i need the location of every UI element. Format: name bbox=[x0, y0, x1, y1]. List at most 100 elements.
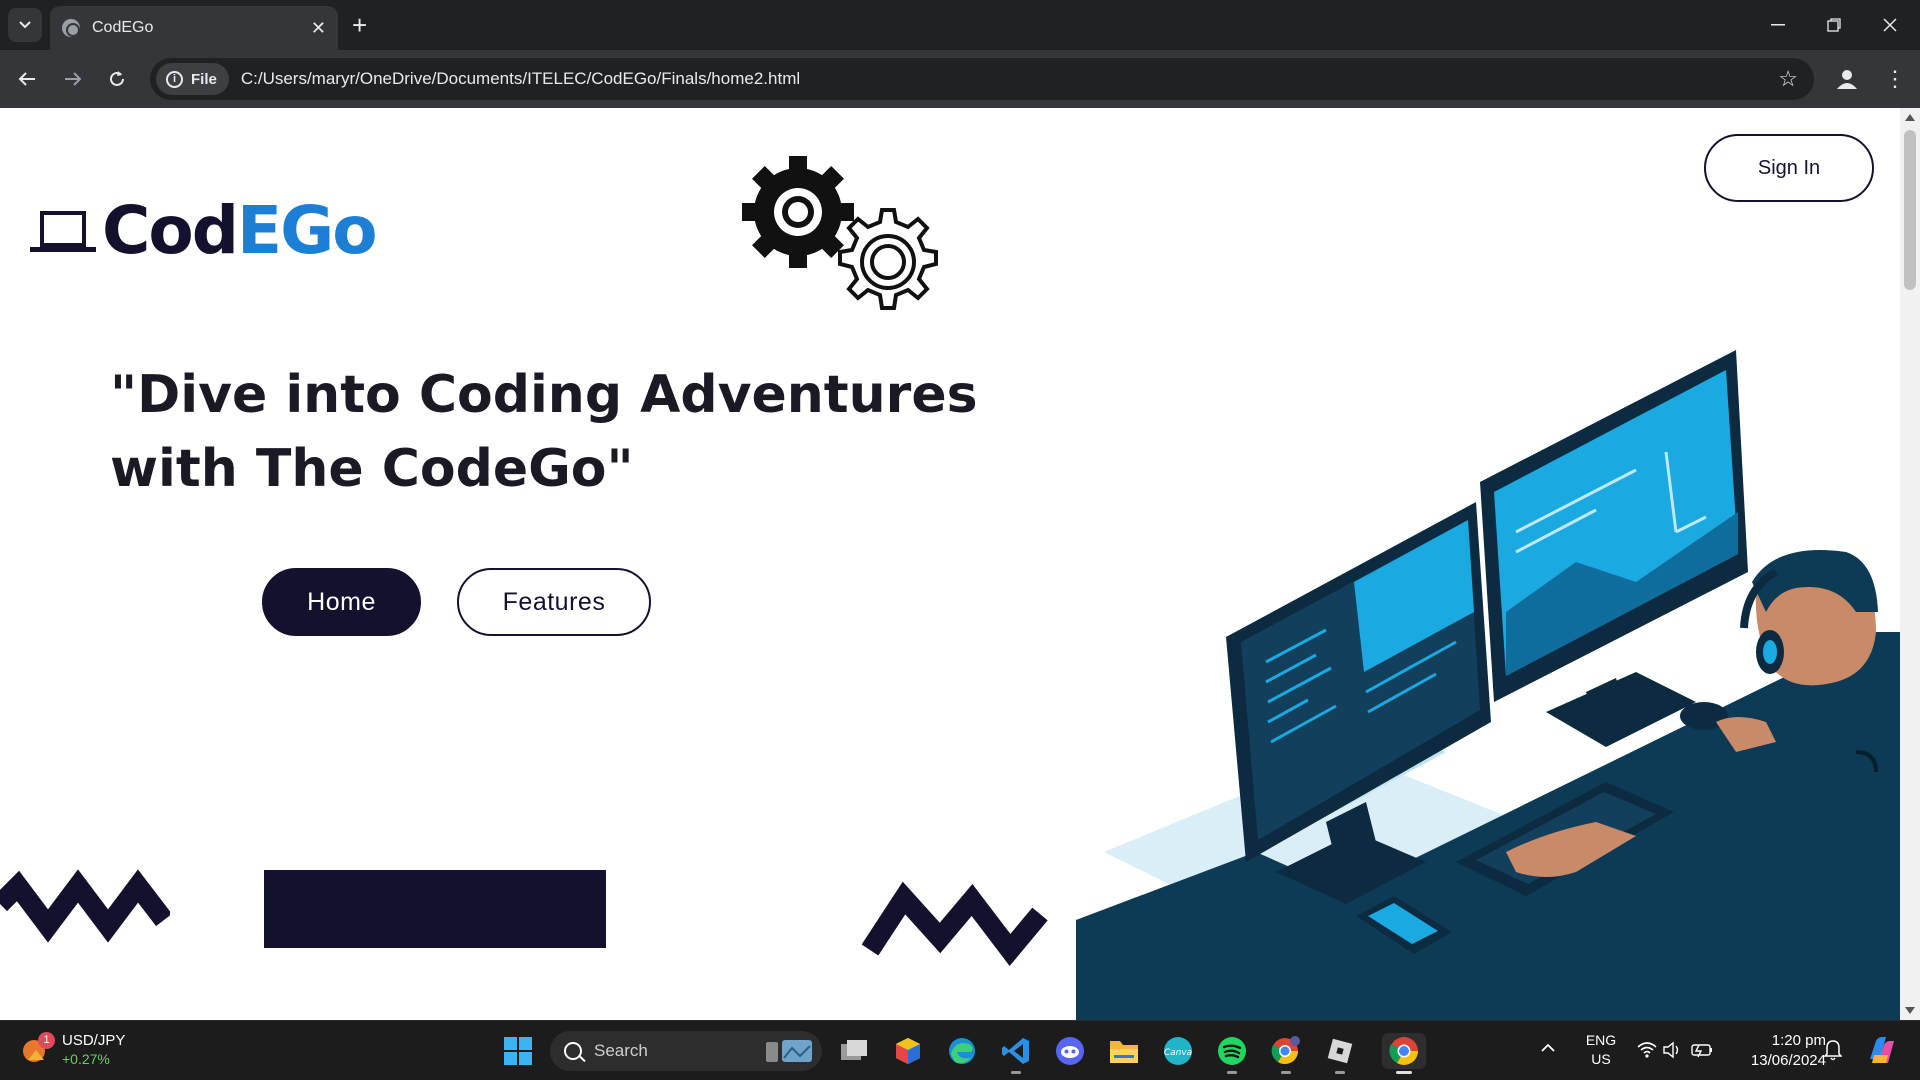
taskbar-file-explorer[interactable] bbox=[1106, 1033, 1142, 1069]
taskbar-vscode[interactable] bbox=[998, 1033, 1034, 1074]
search-icon bbox=[564, 1042, 582, 1060]
windows-taskbar: 1 USD/JPY +0.27% Search Canva ENG US 1:2… bbox=[0, 1020, 1920, 1080]
chevron-up-icon bbox=[1541, 1043, 1555, 1052]
language-line-2: US bbox=[1591, 1051, 1611, 1067]
scroll-up-arrow-icon[interactable] bbox=[1905, 114, 1915, 121]
logo-text-b: EGo bbox=[237, 192, 378, 269]
browser-menu-button[interactable]: ⋮ bbox=[1880, 64, 1910, 94]
profile-button[interactable] bbox=[1832, 64, 1862, 94]
notifications-button[interactable] bbox=[1823, 1039, 1843, 1066]
svg-text:Canva: Canva bbox=[1164, 1048, 1192, 1058]
canva-icon: Canva bbox=[1164, 1037, 1192, 1065]
copilot-button[interactable] bbox=[1864, 1033, 1898, 1072]
home-button[interactable]: Home bbox=[262, 568, 421, 636]
taskbar-edge[interactable] bbox=[944, 1033, 980, 1069]
taskbar-search-box[interactable]: Search bbox=[550, 1031, 822, 1071]
language-indicator[interactable]: ENG US bbox=[1584, 1031, 1618, 1069]
headline-line-2: with The CodeGo" bbox=[110, 439, 634, 499]
vscode-icon bbox=[1002, 1038, 1029, 1064]
browser-tabstrip: CodEGo ✕ + bbox=[0, 0, 1920, 50]
discord-icon bbox=[1056, 1037, 1084, 1065]
arrow-right-icon bbox=[65, 72, 82, 86]
arrow-left-icon bbox=[18, 72, 35, 86]
network-volume-battery-group[interactable] bbox=[1636, 1039, 1716, 1066]
task-view-button[interactable] bbox=[836, 1033, 872, 1069]
codego-logo[interactable]: CodEGo bbox=[30, 192, 378, 269]
bell-icon bbox=[1823, 1040, 1843, 1061]
minimize-button[interactable] bbox=[1750, 0, 1806, 50]
globe-icon bbox=[62, 19, 80, 37]
taskbar-canva[interactable]: Canva bbox=[1160, 1033, 1196, 1069]
features-button[interactable]: Features bbox=[457, 568, 651, 636]
clock-date: 13/06/2024 bbox=[1750, 1052, 1826, 1069]
zigzag-decoration-left bbox=[0, 869, 170, 943]
back-button[interactable] bbox=[10, 62, 44, 96]
wifi-icon bbox=[1637, 1042, 1657, 1058]
dark-block-decoration bbox=[264, 870, 606, 948]
chevron-down-icon bbox=[19, 21, 31, 29]
site-info-chip[interactable]: i File bbox=[156, 63, 229, 95]
developer-illustration bbox=[1076, 350, 1900, 1020]
tab-close-icon[interactable]: ✕ bbox=[311, 18, 326, 39]
close-icon bbox=[1883, 18, 1897, 32]
chrome-alt-icon bbox=[1271, 1036, 1300, 1065]
site-chip-label: File bbox=[191, 70, 217, 88]
show-hidden-icons-button[interactable] bbox=[1540, 1039, 1556, 1058]
logo-text-a: Cod bbox=[102, 192, 239, 269]
taskbar-spotify[interactable] bbox=[1214, 1033, 1250, 1074]
windows-logo-icon bbox=[504, 1037, 532, 1065]
volume-icon bbox=[1663, 1041, 1679, 1059]
running-indicator bbox=[1227, 1071, 1237, 1074]
ticker-name: USD/JPY bbox=[62, 1032, 126, 1049]
hero-headline: "Dive into Coding Adventures with The Co… bbox=[110, 358, 1010, 506]
edge-browser-icon bbox=[949, 1038, 975, 1064]
copilot-icon bbox=[1870, 1037, 1894, 1063]
bookmark-star-icon[interactable]: ☆ bbox=[1778, 66, 1798, 92]
taskbar-chrome-profile[interactable] bbox=[1268, 1033, 1304, 1074]
running-indicator bbox=[1335, 1071, 1345, 1074]
sign-in-button[interactable]: Sign In bbox=[1704, 134, 1874, 202]
forward-button[interactable] bbox=[56, 62, 90, 96]
currency-widget-icon: 1 bbox=[22, 1032, 55, 1064]
logo-wordmark: CodEGo bbox=[102, 192, 378, 269]
taskbar-clock[interactable]: 1:20 pm 13/06/2024 bbox=[1736, 1031, 1826, 1071]
reload-button[interactable] bbox=[100, 62, 134, 96]
restore-button[interactable] bbox=[1806, 0, 1862, 50]
windows-start-button[interactable] bbox=[500, 1033, 536, 1069]
task-view-icon bbox=[841, 1040, 867, 1060]
running-indicator bbox=[1396, 1071, 1412, 1074]
running-indicator bbox=[1281, 1071, 1291, 1074]
roblox-icon bbox=[1327, 1038, 1353, 1064]
profile-icon bbox=[1837, 70, 1857, 89]
new-tab-button[interactable]: + bbox=[352, 10, 367, 40]
taskbar-discord[interactable] bbox=[1052, 1033, 1088, 1069]
browser-tab[interactable]: CodEGo ✕ bbox=[50, 6, 338, 50]
url-text[interactable]: C:/Users/maryr/OneDrive/Documents/ITELEC… bbox=[241, 69, 800, 89]
reload-icon bbox=[110, 71, 124, 86]
info-icon: i bbox=[166, 70, 183, 88]
currency-widget[interactable]: 1 USD/JPY +0.27% bbox=[22, 1031, 125, 1069]
page-viewport: CodEGo Sign In "Dive into Coding Adventu… bbox=[0, 108, 1920, 1020]
folder-icon bbox=[1110, 1041, 1138, 1063]
cube-app-icon bbox=[896, 1038, 920, 1064]
address-bar[interactable]: i File C:/Users/maryr/OneDrive/Documents… bbox=[150, 58, 1814, 100]
tab-search-button[interactable] bbox=[8, 8, 42, 42]
scroll-down-arrow-icon[interactable] bbox=[1905, 1007, 1915, 1014]
scrollbar-thumb[interactable] bbox=[1904, 130, 1916, 290]
ticker-change: +0.27% bbox=[62, 1051, 110, 1067]
taskbar-app-cube[interactable] bbox=[890, 1033, 926, 1069]
taskbar-search-label: Search bbox=[594, 1041, 648, 1060]
battery-icon bbox=[1691, 1044, 1712, 1058]
page-scrollbar[interactable] bbox=[1900, 108, 1920, 1020]
search-highlight-icon bbox=[766, 1040, 812, 1062]
notification-badge: 1 bbox=[38, 1032, 55, 1049]
language-line-1: ENG bbox=[1585, 1032, 1617, 1048]
taskbar-roblox[interactable] bbox=[1322, 1033, 1358, 1074]
close-window-button[interactable] bbox=[1862, 0, 1918, 50]
restore-icon bbox=[1827, 18, 1841, 32]
taskbar-chrome[interactable] bbox=[1382, 1033, 1426, 1074]
minimize-icon bbox=[1771, 24, 1785, 26]
running-indicator bbox=[1011, 1071, 1021, 1074]
laptop-icon bbox=[30, 205, 96, 257]
browser-toolbar: i File C:/Users/maryr/OneDrive/Documents… bbox=[0, 50, 1920, 108]
